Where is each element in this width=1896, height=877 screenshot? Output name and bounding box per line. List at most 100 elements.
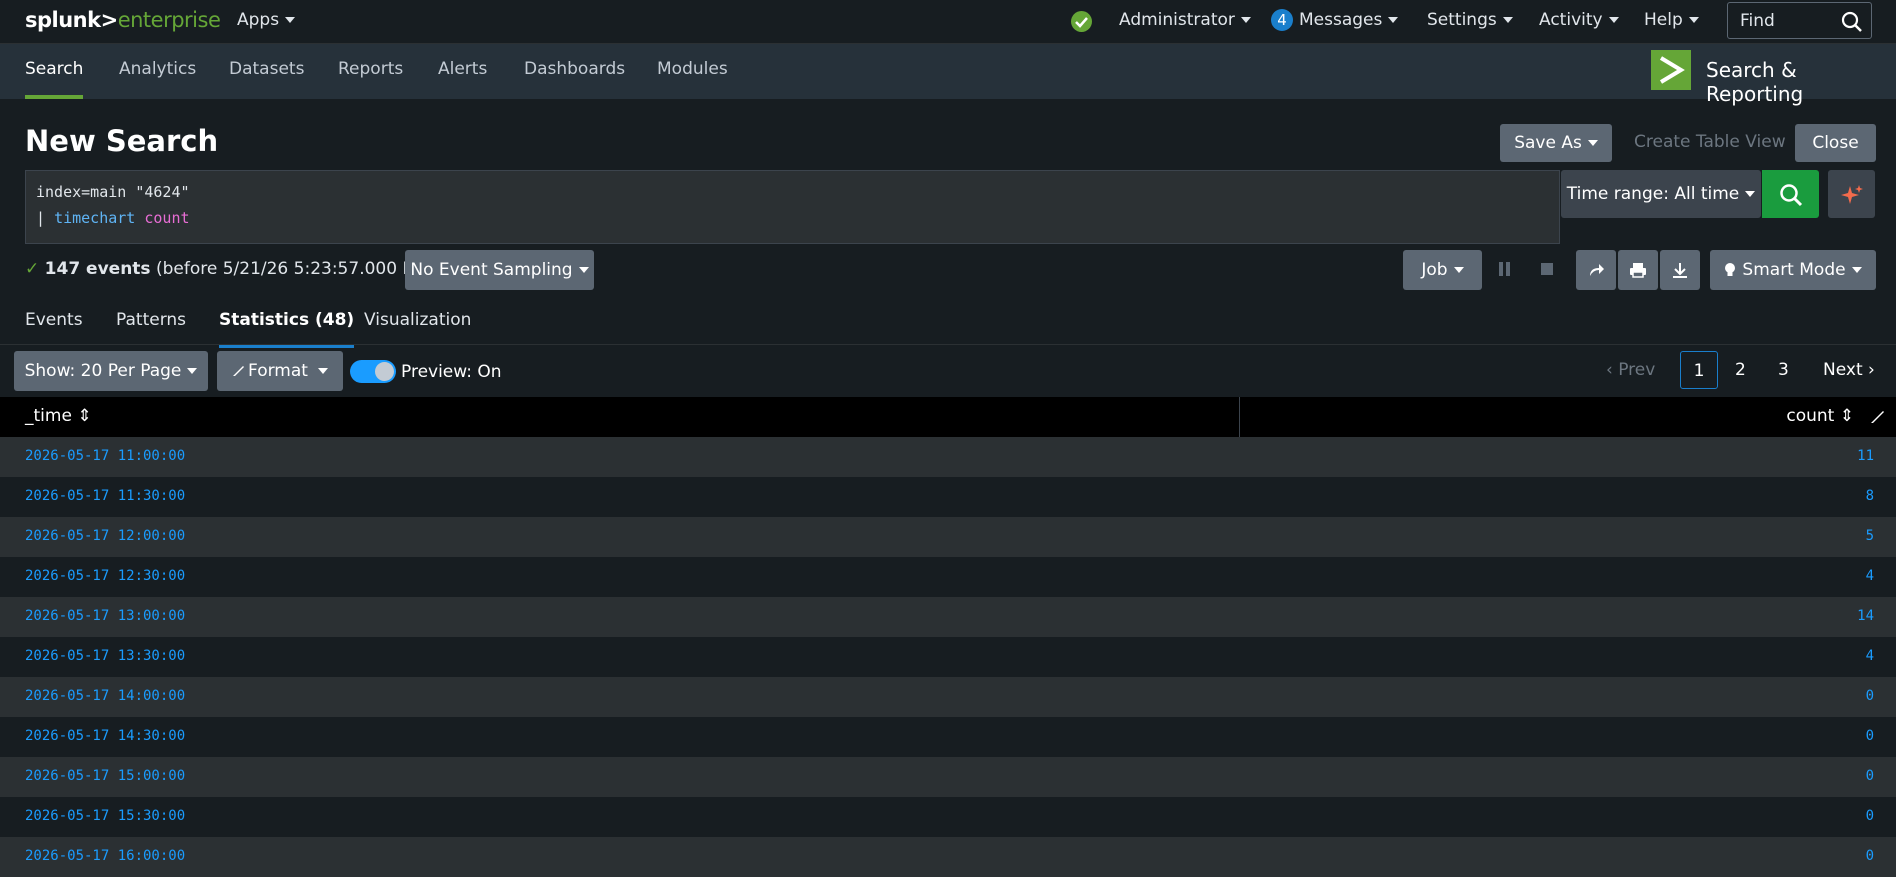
search-query-input[interactable]: index=main "4624" | timechart count [25,170,1560,244]
tab-analytics[interactable]: Analytics [119,44,196,99]
tab-modules[interactable]: Modules [657,44,728,99]
time-cell[interactable]: 2026-05-17 11:30:00 [25,488,185,504]
tab-dashboards[interactable]: Dashboards [524,44,625,99]
app-bar: Search Analytics Datasets Reports Alerts… [0,44,1896,106]
count-cell[interactable]: 0 [1866,808,1874,824]
count-cell[interactable]: 0 [1866,728,1874,744]
time-cell[interactable]: 2026-05-17 12:30:00 [25,568,185,584]
time-cell[interactable]: 2026-05-17 13:00:00 [25,608,185,624]
time-cell[interactable]: 2026-05-17 12:00:00 [25,528,185,544]
health-status-icon[interactable] [1071,11,1092,32]
search-line-1: index=main "4624" [36,183,190,201]
sort-icon: ⇕ [1839,406,1854,426]
tab-patterns[interactable]: Patterns [116,310,186,344]
settings-menu[interactable]: Settings [1427,0,1513,43]
table-row[interactable]: 2026-05-17 12:00:00 5 [0,517,1896,557]
table-row[interactable]: 2026-05-17 12:30:00 4 [0,557,1896,597]
chevron-left-icon: ‹ [1606,360,1619,380]
table-row[interactable]: 2026-05-17 15:30:00 0 [0,797,1896,837]
tab-statistics[interactable]: Statistics (48) [219,310,355,348]
job-menu-button[interactable]: Job [1403,250,1482,290]
activity-menu[interactable]: Activity [1539,0,1619,43]
count-cell[interactable]: 0 [1866,768,1874,784]
save-as-button[interactable]: Save As [1500,124,1612,162]
table-row[interactable]: 2026-05-17 13:00:00 14 [0,597,1896,637]
lightbulb-icon [1725,263,1736,276]
time-cell[interactable]: 2026-05-17 16:00:00 [25,848,185,864]
column-header-count[interactable]: count ⇕ [1786,406,1854,426]
tab-visualization[interactable]: Visualization [364,310,471,344]
sort-icon: ⇕ [77,406,92,426]
table-row[interactable]: 2026-05-17 11:30:00 8 [0,477,1896,517]
table-row[interactable]: 2026-05-17 16:00:00 0 [0,837,1896,877]
time-cell[interactable]: 2026-05-17 14:30:00 [25,728,185,744]
page-2-button[interactable]: 2 [1735,351,1746,389]
help-menu[interactable]: Help [1644,0,1699,43]
tab-alerts[interactable]: Alerts [438,44,487,99]
splunk-logo[interactable]: splunk>enterprise [25,8,221,32]
share-button[interactable] [1576,250,1616,290]
table-row[interactable]: 2026-05-17 14:00:00 0 [0,677,1896,717]
preview-toggle[interactable] [350,360,396,383]
table-header: _time ⇕ count ⇕ [0,397,1896,437]
find-input[interactable]: Find [1727,2,1872,39]
messages-menu[interactable]: 4 Messages [1271,0,1399,43]
column-header-time[interactable]: _time ⇕ [25,406,92,426]
time-cell[interactable]: 2026-05-17 14:00:00 [25,688,185,704]
sparkle-icon [1841,185,1863,204]
tab-search[interactable]: Search [25,44,84,99]
event-sampling-dropdown[interactable]: No Event Sampling [405,250,594,290]
count-cell[interactable]: 11 [1857,448,1874,464]
app-logo-icon [1651,50,1691,90]
tab-events[interactable]: Events [25,310,83,344]
top-bar: splunk>enterprise Apps Administrator 4 Me… [0,0,1896,44]
tab-datasets[interactable]: Datasets [229,44,304,99]
page-title: New Search [25,124,219,158]
create-table-view-button[interactable]: Create Table View [1634,132,1786,152]
page-3-button[interactable]: 3 [1778,351,1789,389]
run-search-button[interactable] [1762,170,1819,218]
format-column-icon[interactable] [1870,410,1884,424]
search-mode-dropdown[interactable]: Smart Mode [1710,250,1876,290]
time-range-picker[interactable]: Time range: All time [1561,170,1761,218]
download-icon [1673,263,1687,278]
column-divider [1239,397,1240,437]
table-row[interactable]: 2026-05-17 14:30:00 0 [0,717,1896,757]
count-cell[interactable]: 4 [1866,648,1874,664]
page-1-button[interactable]: 1 [1680,351,1718,389]
apps-menu[interactable]: Apps [237,0,296,43]
ai-assistant-button[interactable] [1828,170,1875,218]
search-icon[interactable] [1841,11,1863,33]
count-cell[interactable]: 5 [1866,528,1874,544]
search-line-2: | timechart count [36,209,190,227]
administrator-menu[interactable]: Administrator [1119,0,1251,43]
paintbrush-icon [233,366,245,376]
count-cell[interactable]: 8 [1866,488,1874,504]
time-cell[interactable]: 2026-05-17 15:00:00 [25,768,185,784]
format-dropdown[interactable]: Format [217,351,343,391]
count-cell[interactable]: 4 [1866,568,1874,584]
preview-label: Preview: On [401,362,502,382]
per-page-dropdown[interactable]: Show: 20 Per Page [14,351,208,391]
app-title: Search & Reporting [1706,58,1804,106]
stop-icon[interactable] [1541,263,1553,275]
count-cell[interactable]: 0 [1866,688,1874,704]
count-cell[interactable]: 14 [1857,608,1874,624]
table-row[interactable]: 2026-05-17 13:30:00 4 [0,637,1896,677]
next-page-button[interactable]: Next › [1823,351,1875,389]
search-icon [1780,184,1803,207]
table-row[interactable]: 2026-05-17 11:00:00 11 [0,437,1896,477]
tab-reports[interactable]: Reports [338,44,403,99]
count-cell[interactable]: 0 [1866,848,1874,864]
close-button[interactable]: Close [1795,124,1876,162]
export-button[interactable] [1660,250,1700,290]
divider [0,344,1896,345]
time-cell[interactable]: 2026-05-17 13:30:00 [25,648,185,664]
time-cell[interactable]: 2026-05-17 11:00:00 [25,448,185,464]
pause-icon[interactable] [1499,262,1511,276]
table-row[interactable]: 2026-05-17 15:00:00 0 [0,757,1896,797]
print-button[interactable] [1618,250,1658,290]
success-check-icon: ✓ [25,259,40,279]
time-cell[interactable]: 2026-05-17 15:30:00 [25,808,185,824]
prev-page-button[interactable]: ‹ Prev [1606,351,1655,389]
